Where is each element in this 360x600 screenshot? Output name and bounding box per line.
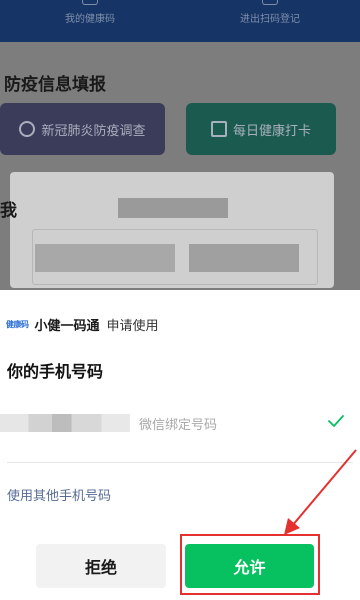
- use-other-phone-link[interactable]: 使用其他手机号码: [7, 485, 111, 504]
- blurred-text: [118, 198, 228, 218]
- background-cut-label: 我: [0, 201, 17, 221]
- background-header: 我的健康码 进出扫码登记: [0, 0, 360, 42]
- section-title: 防疫信息填报: [4, 75, 106, 95]
- reject-button[interactable]: 拒绝: [36, 544, 166, 588]
- scan-icon: [262, 0, 278, 5]
- phone-number-option[interactable]: 微信绑定号码: [0, 410, 360, 436]
- pulse-icon: [210, 121, 227, 137]
- card-epidemic-survey: 新冠肺炎防疫调查: [0, 103, 165, 155]
- card-epidemic-survey-label: 新冠肺炎防疫调查: [41, 123, 146, 139]
- app-info-row: 健康码 小健一码通 申请使用: [6, 314, 159, 334]
- card-daily-checkin-label: 每日健康打卡: [232, 123, 311, 139]
- checkmark-icon: [328, 415, 344, 427]
- app-name: 小健一码通: [34, 318, 100, 334]
- request-text: 申请使用: [106, 318, 159, 334]
- background-blurred-field: [32, 229, 318, 285]
- divider: [7, 462, 353, 463]
- nav-scan-register-label: 进出扫码登记: [240, 14, 300, 25]
- annotation-highlight-box: [180, 534, 320, 595]
- masked-phone-number: [0, 414, 130, 432]
- card-daily-checkin: 每日健康打卡: [186, 103, 336, 155]
- survey-icon: [19, 121, 36, 137]
- sheet-title: 你的手机号码: [7, 362, 104, 381]
- nav-my-health-code-label: 我的健康码: [65, 14, 115, 25]
- phone-hint: 微信绑定号码: [139, 418, 218, 433]
- blurred-value-right: [189, 244, 299, 272]
- nav-my-health-code: 我的健康码: [0, 0, 180, 42]
- nav-scan-register: 进出扫码登记: [180, 0, 360, 42]
- blurred-value-left: [35, 244, 175, 272]
- app-logo: 健康码: [6, 319, 29, 329]
- health-code-icon: [82, 0, 98, 5]
